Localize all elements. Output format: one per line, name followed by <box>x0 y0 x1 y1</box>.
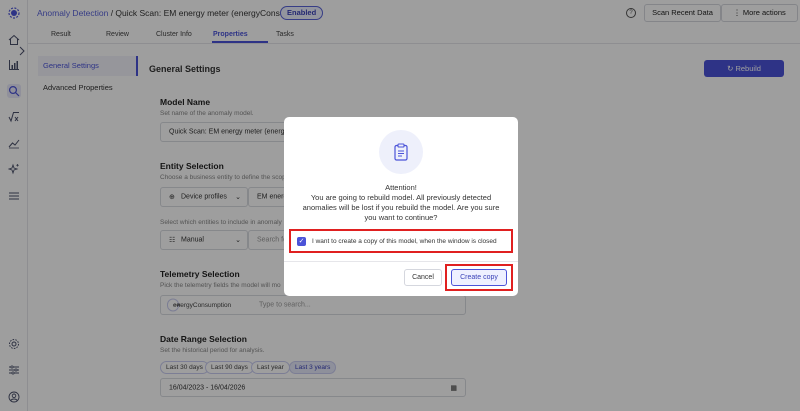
create-copy-button[interactable]: Create copy <box>451 269 507 286</box>
rebuild-confirm-dialog: Attention! You are going to rebuild mode… <box>284 117 518 296</box>
cancel-button[interactable]: Cancel <box>404 269 442 286</box>
clipboard-icon <box>379 130 423 174</box>
create-copy-highlight: Create copy <box>445 264 513 291</box>
dialog-divider <box>284 261 518 262</box>
dialog-title: Attention! <box>385 183 417 192</box>
create-copy-checkbox-label[interactable]: I want to create a copy of this model, w… <box>312 238 497 245</box>
create-copy-checkbox[interactable]: ✓ <box>297 236 306 246</box>
create-copy-checkbox-row[interactable]: ✓ I want to create a copy of this model,… <box>289 229 513 253</box>
dialog-message: You are going to rebuild model. All prev… <box>302 193 500 222</box>
